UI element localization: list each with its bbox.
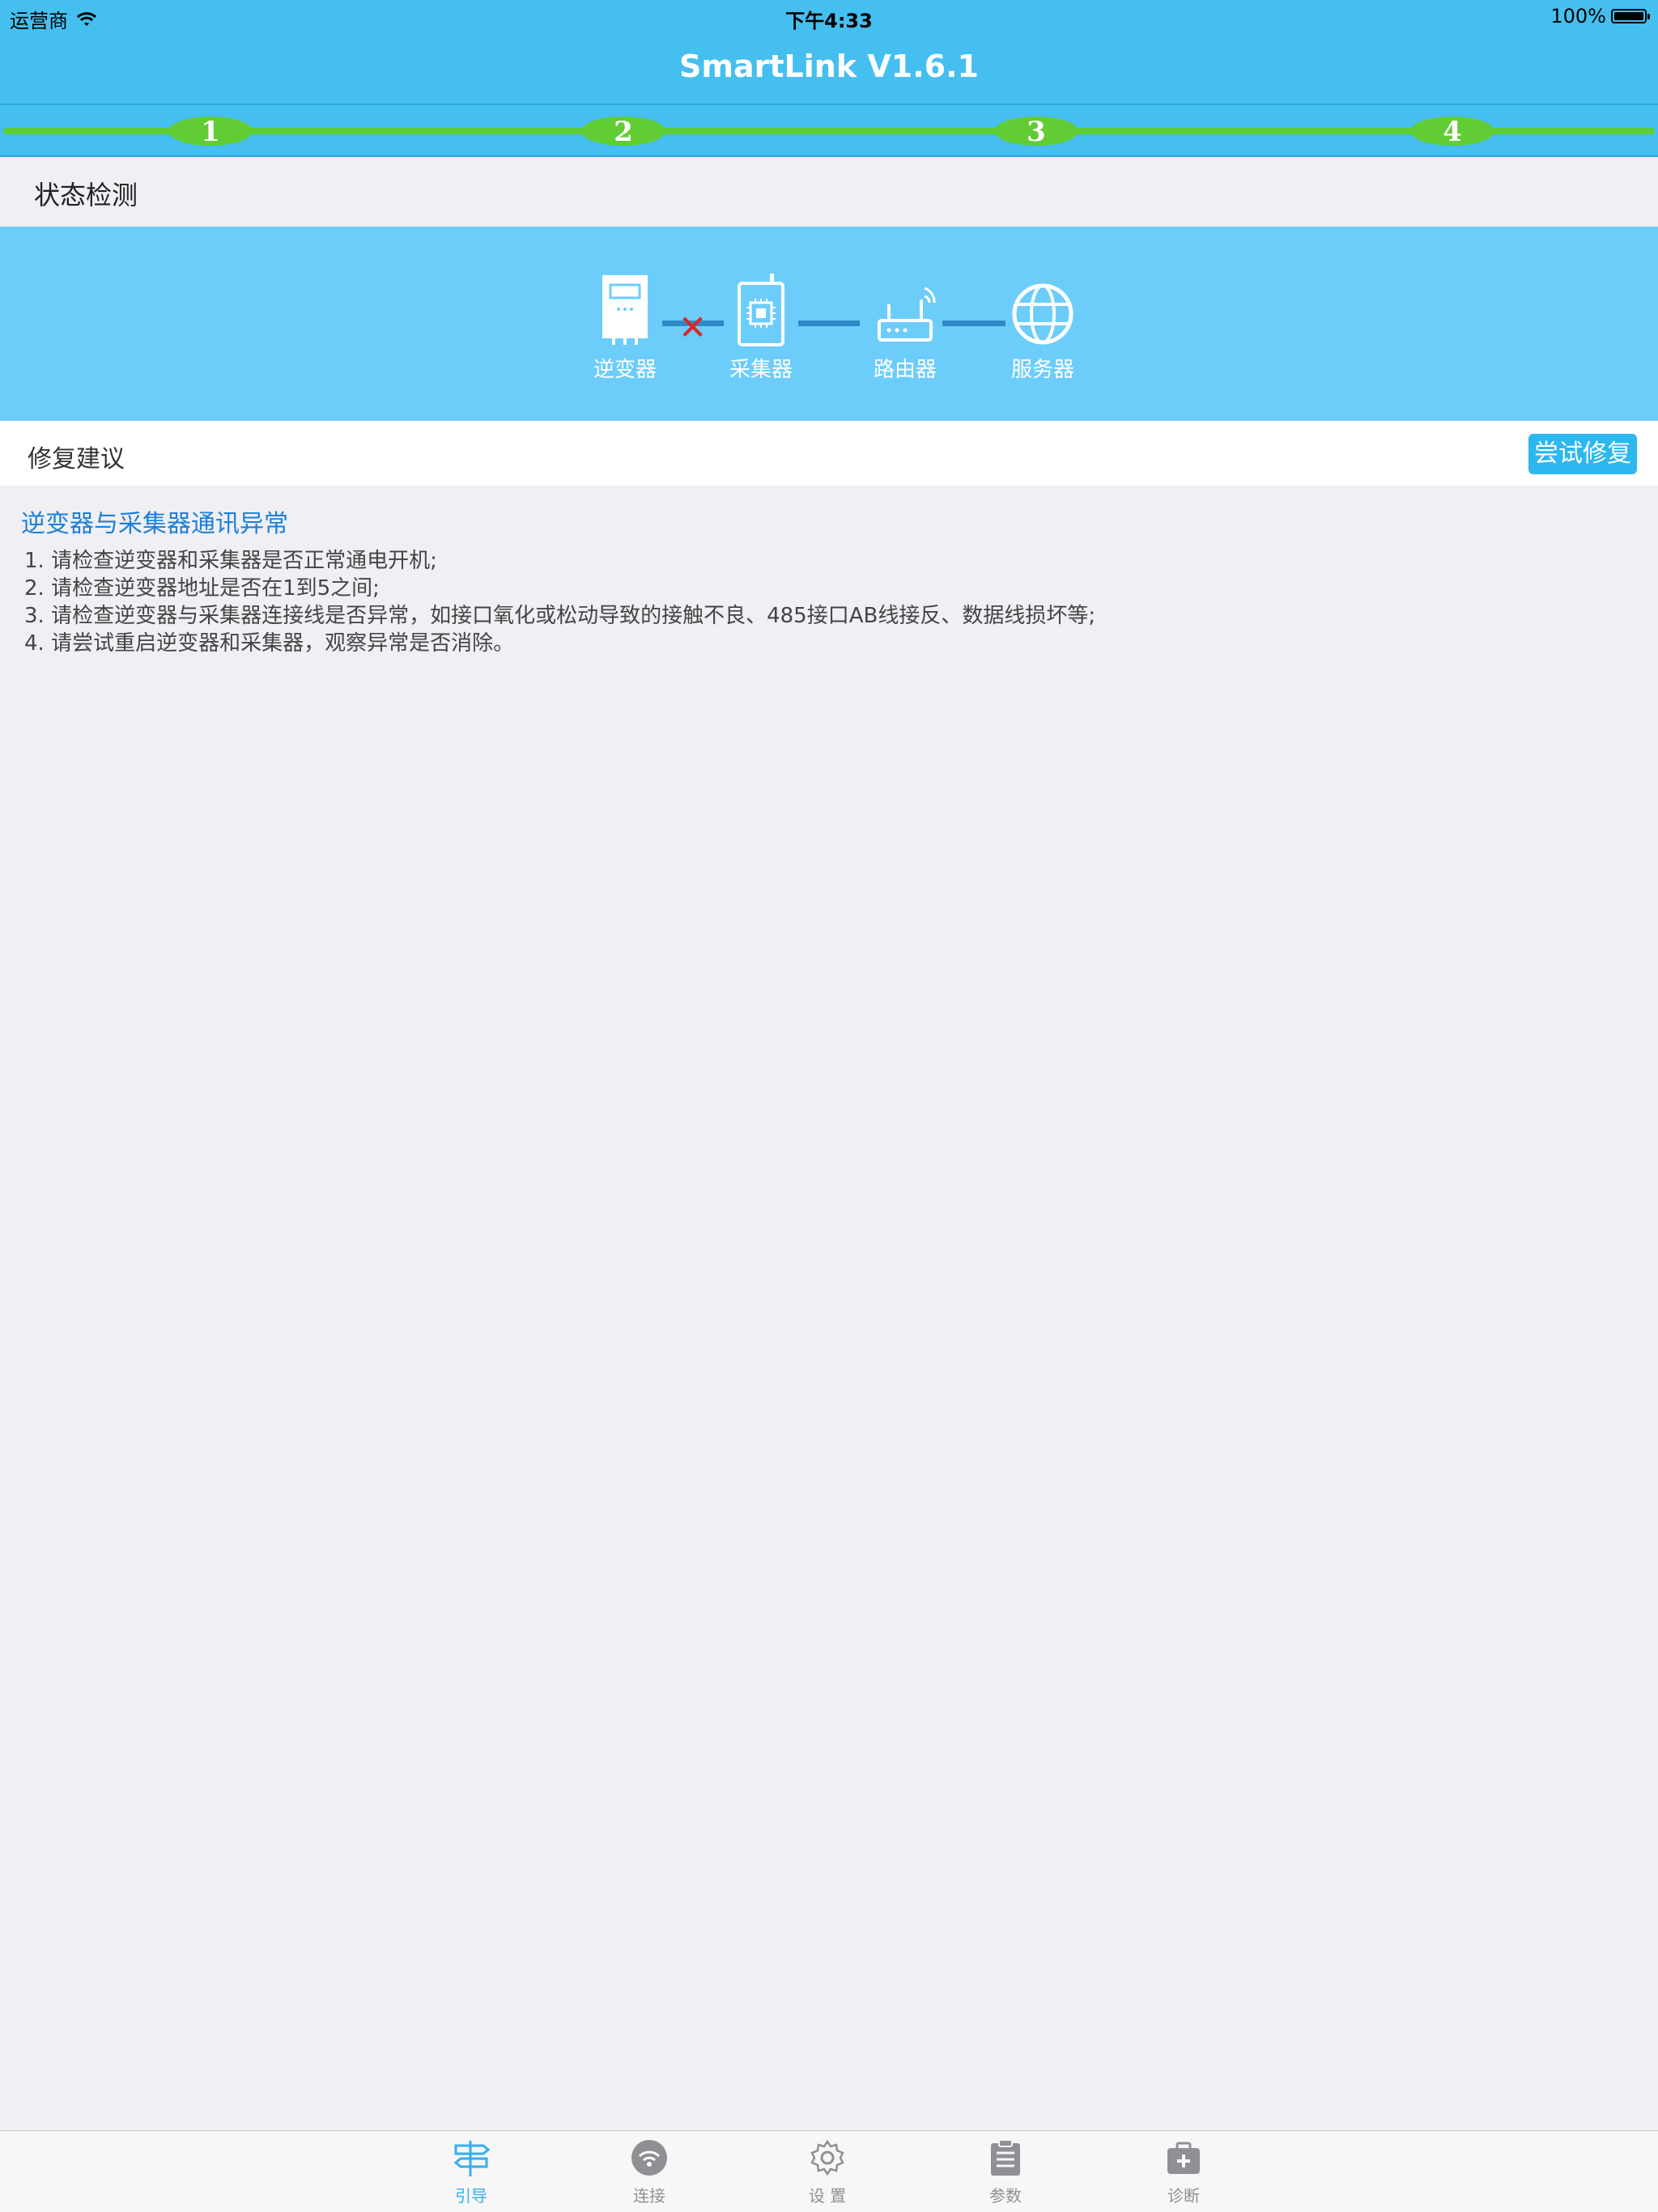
- tab-diagnose[interactable]: 诊断: [1135, 2138, 1232, 2206]
- battery-status: 100%: [1550, 5, 1650, 28]
- collector-icon: [738, 274, 784, 346]
- device-server: 服务器: [994, 265, 1091, 383]
- broken-link-icon: ✕: [678, 308, 708, 347]
- app-title: SmartLink V1.6.1: [679, 49, 979, 84]
- tab-guide[interactable]: 引导: [423, 2138, 520, 2206]
- repair-step: 4. 请尝试重启逆变器和采集器，观察异常是否消除。: [24, 631, 515, 656]
- medkit-icon: [1167, 2142, 1200, 2174]
- tab-label: 参数: [989, 2186, 1022, 2206]
- repair-suggestion-bar: 修复建议 尝试修复: [0, 421, 1658, 486]
- repair-suggestion-label: 修复建议: [28, 445, 125, 473]
- device-label: 采集器: [729, 358, 793, 382]
- status-bar: 运营商 下午4:33 100%: [0, 0, 1658, 32]
- tab-label: 引导: [455, 2186, 487, 2206]
- clock: 下午4:33: [785, 10, 873, 32]
- wifi-icon: [631, 2140, 667, 2176]
- repair-step: 2. 请检查逆变器地址是否在1到5之间;: [24, 576, 380, 601]
- nav-bar: SmartLink V1.6.1: [0, 32, 1658, 104]
- device-router: 路由器: [857, 265, 954, 383]
- clipboard-icon: [991, 2139, 1020, 2176]
- device-collector: 采集器: [712, 265, 810, 383]
- router-icon: [878, 287, 936, 342]
- tab-connect[interactable]: 连接: [601, 2138, 698, 2206]
- device-label: 逆变器: [593, 358, 657, 382]
- gear-icon: [810, 2139, 844, 2176]
- status-section-header: 状态检测: [0, 157, 1658, 227]
- progress-steps: 1 2 3 4: [0, 104, 1658, 157]
- tab-label: 设 置: [808, 2186, 847, 2206]
- try-repair-button[interactable]: 尝试修复: [1528, 434, 1637, 474]
- device-chain-panel: 逆变器 ✕ 采集器 路由器 服务器: [0, 227, 1658, 421]
- battery-icon: [1611, 9, 1650, 23]
- signpost-icon: [453, 2141, 491, 2176]
- link-collector-router: [798, 321, 860, 326]
- problem-title: 逆变器与采集器通讯异常: [21, 510, 288, 538]
- device-label: 服务器: [1010, 358, 1074, 382]
- tab-label: 诊断: [1167, 2186, 1200, 2206]
- battery-percent: 100%: [1550, 5, 1606, 28]
- step-4[interactable]: 4: [1410, 117, 1494, 147]
- tab-settings[interactable]: 设 置: [779, 2138, 876, 2206]
- repair-step: 1. 请检查逆变器和采集器是否正常通电开机;: [24, 549, 437, 573]
- device-inverter: 逆变器: [576, 265, 674, 383]
- step-2[interactable]: 2: [581, 117, 665, 147]
- step-3[interactable]: 3: [994, 117, 1078, 147]
- repair-step: 3. 请检查逆变器与采集器连接线是否异常，如接口氧化或松动导致的接触不良、485…: [24, 604, 1096, 628]
- section-title: 状态检测: [34, 180, 138, 210]
- repair-steps-list: 1. 请检查逆变器和采集器是否正常通电开机; 2. 请检查逆变器地址是否在1到5…: [24, 547, 1095, 657]
- server-globe-icon: [1012, 283, 1073, 345]
- tab-label: 连接: [633, 2186, 665, 2206]
- inverter-icon: [602, 275, 648, 345]
- device-label: 路由器: [873, 358, 937, 382]
- step-1[interactable]: 1: [168, 117, 253, 147]
- tab-params[interactable]: 参数: [957, 2138, 1054, 2206]
- tab-bar: 引导 连接 设 置 参数 诊断: [0, 2130, 1658, 2212]
